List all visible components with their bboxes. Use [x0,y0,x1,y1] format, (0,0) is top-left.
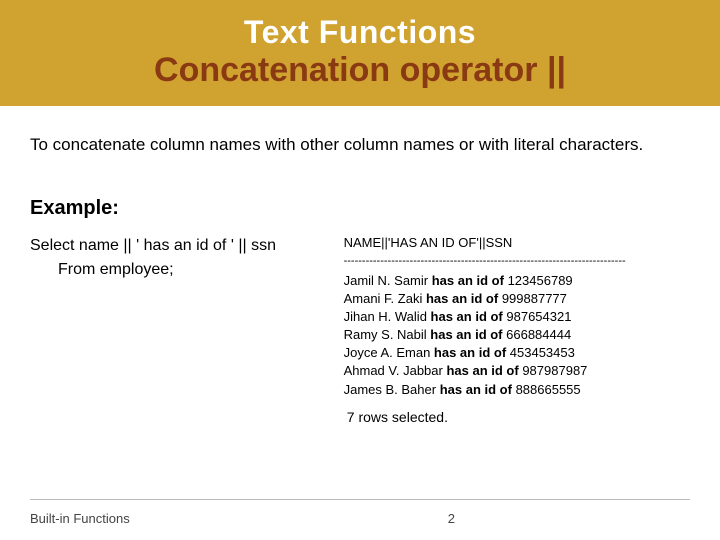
body: To concatenate column names with other c… [0,106,720,511]
cell-mid: has an id of [443,363,522,378]
cell-id: 888665555 [516,382,581,397]
footer-divider [30,499,690,500]
cell-id: 453453453 [510,345,575,360]
cell-name: James B. Baher [344,382,437,397]
example-columns: Select name || ' has an id of ' || ssn F… [30,234,690,399]
title-line2: Concatenation operator || [0,51,720,90]
page-number: 2 [448,511,690,526]
query-block: Select name || ' has an id of ' || ssn F… [30,234,334,399]
description-text: To concatenate column names with other c… [30,134,690,157]
cell-mid: has an id of [427,327,506,342]
cell-name: Amani F. Zaki [344,291,423,306]
footer-left: Built-in Functions [30,511,130,526]
footer: Built-in Functions 2 [0,511,720,540]
cell-name: Jamil N. Samir [344,273,429,288]
table-row: Jamil N. Samir has an id of 123456789 [344,272,690,290]
table-row: Jihan H. Walid has an id of 987654321 [344,308,690,326]
cell-id: 666884444 [506,327,571,342]
table-row: Amani F. Zaki has an id of 999887777 [344,290,690,308]
output-header: NAME||'HAS AN ID OF'||SSN [344,234,690,252]
cell-mid: has an id of [427,309,506,324]
table-row: Ahmad V. Jabbar has an id of 987987987 [344,362,690,380]
query-line2: From employee; [30,258,334,282]
output-rule: ----------------------------------------… [344,254,690,269]
cell-name: Joyce A. Eman [344,345,431,360]
cell-id: 123456789 [508,273,573,288]
table-row: Joyce A. Eman has an id of 453453453 [344,344,690,362]
title-line1: Text Functions [0,14,720,51]
example-label: Example: [30,197,690,220]
cell-mid: has an id of [430,345,509,360]
cell-id: 999887777 [502,291,567,306]
cell-id: 987654321 [506,309,571,324]
output-block: NAME||'HAS AN ID OF'||SSN --------------… [344,234,690,399]
query-line1: Select name || ' has an id of ' || ssn [30,234,334,258]
slide: Text Functions Concatenation operator ||… [0,0,720,540]
rows-selected: 7 rows selected. [30,409,690,425]
cell-name: Jihan H. Walid [344,309,427,324]
cell-mid: has an id of [428,273,507,288]
cell-id: 987987987 [522,363,587,378]
title-band: Text Functions Concatenation operator || [0,0,720,106]
cell-name: Ahmad V. Jabbar [344,363,443,378]
table-row: Ramy S. Nabil has an id of 666884444 [344,326,690,344]
cell-mid: has an id of [436,382,515,397]
table-row: James B. Baher has an id of 888665555 [344,381,690,399]
cell-mid: has an id of [422,291,501,306]
cell-name: Ramy S. Nabil [344,327,427,342]
